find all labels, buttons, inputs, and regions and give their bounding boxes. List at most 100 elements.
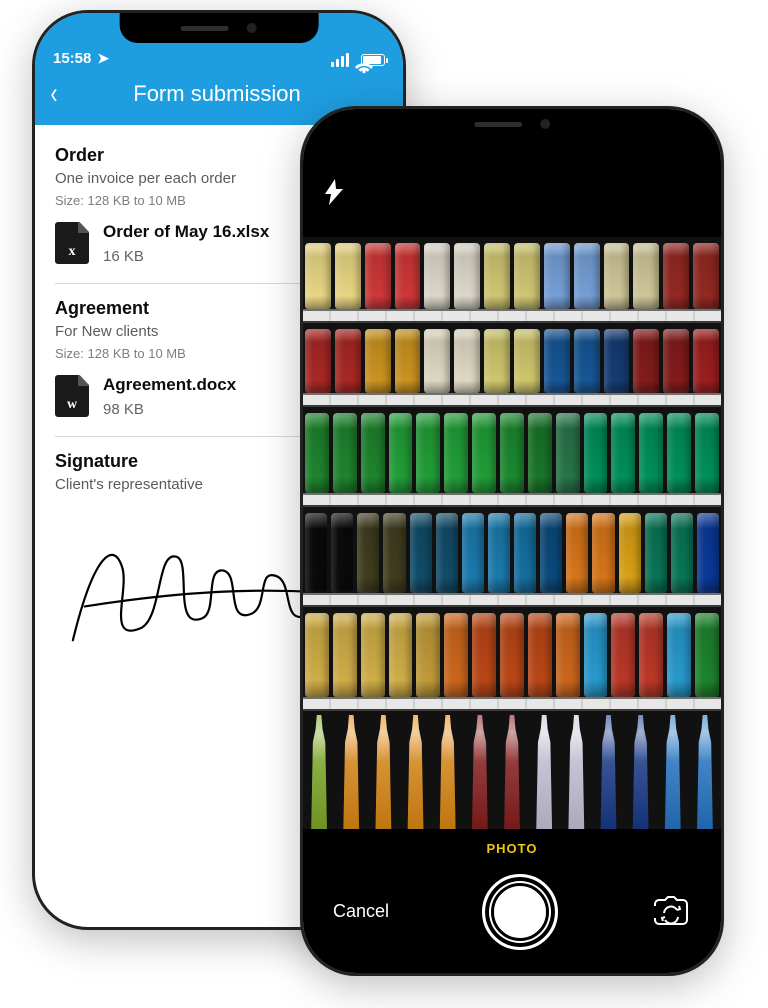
price-rail xyxy=(303,593,721,607)
product-can xyxy=(697,513,719,593)
file-size: 16 KB xyxy=(103,248,269,265)
product-can xyxy=(305,413,329,493)
product-can xyxy=(365,329,391,393)
product-can xyxy=(693,243,719,309)
store-shelf xyxy=(303,607,721,711)
file-size: 98 KB xyxy=(103,401,236,418)
product-can xyxy=(305,513,327,593)
product-can xyxy=(383,513,405,593)
product-bottle xyxy=(369,715,397,829)
product-can xyxy=(663,243,689,309)
file-name: Agreement.docx xyxy=(103,375,236,395)
product-can xyxy=(361,613,385,697)
product-can xyxy=(389,613,413,697)
store-shelf xyxy=(303,237,721,323)
product-can xyxy=(528,413,552,493)
product-can xyxy=(305,243,331,309)
product-can xyxy=(472,413,496,493)
product-can xyxy=(544,329,570,393)
store-shelf xyxy=(303,507,721,607)
product-can xyxy=(335,243,361,309)
product-can xyxy=(528,613,552,697)
cancel-button[interactable]: Cancel xyxy=(333,901,389,922)
product-can xyxy=(488,513,510,593)
file-xlsx-icon: x xyxy=(55,222,89,264)
price-rail xyxy=(303,493,721,507)
file-name: Order of May 16.xlsx xyxy=(103,222,269,242)
product-can xyxy=(500,413,524,493)
battery-icon xyxy=(361,54,385,66)
product-can xyxy=(333,613,357,697)
product-bottle xyxy=(434,715,462,829)
product-can xyxy=(395,243,421,309)
product-can xyxy=(514,329,540,393)
product-can xyxy=(333,413,357,493)
product-bottle xyxy=(594,715,622,829)
product-can xyxy=(472,613,496,697)
product-can xyxy=(663,329,689,393)
camera-viewfinder[interactable] xyxy=(303,237,721,829)
product-can xyxy=(305,613,329,697)
product-bottle xyxy=(498,715,526,829)
product-can xyxy=(416,413,440,493)
status-time: 15:58 xyxy=(53,50,91,67)
price-rail xyxy=(303,697,721,711)
product-can xyxy=(604,243,630,309)
product-can xyxy=(484,329,510,393)
product-can xyxy=(671,513,693,593)
back-icon[interactable]: ‹ xyxy=(51,79,58,109)
product-can xyxy=(454,243,480,309)
product-can xyxy=(500,613,524,697)
product-can xyxy=(514,243,540,309)
product-bottle xyxy=(305,715,333,829)
page-title: Form submission xyxy=(45,81,389,107)
product-can xyxy=(410,513,432,593)
product-can xyxy=(611,613,635,697)
product-can xyxy=(335,329,361,393)
product-can xyxy=(540,513,562,593)
product-bottle xyxy=(659,715,687,829)
flash-icon[interactable] xyxy=(325,179,343,211)
product-can xyxy=(695,413,719,493)
product-can xyxy=(361,413,385,493)
product-can xyxy=(395,329,421,393)
shutter-button[interactable] xyxy=(482,874,558,950)
store-shelf xyxy=(303,407,721,507)
camera-bottom-bar: PHOTO Cancel xyxy=(303,829,721,976)
product-can xyxy=(544,243,570,309)
product-can xyxy=(357,513,379,593)
product-can xyxy=(331,513,353,593)
product-can xyxy=(454,329,480,393)
product-can xyxy=(645,513,667,593)
store-shelf xyxy=(303,323,721,407)
product-can xyxy=(667,413,691,493)
product-bottle xyxy=(691,715,719,829)
location-icon: ➤ xyxy=(97,50,109,67)
product-can xyxy=(416,613,440,697)
product-bottle xyxy=(401,715,429,829)
product-can xyxy=(424,329,450,393)
switch-camera-icon[interactable] xyxy=(651,896,691,928)
phone-notch xyxy=(399,109,625,139)
product-can xyxy=(667,613,691,697)
product-bottle xyxy=(530,715,558,829)
camera-mode-label: PHOTO xyxy=(487,841,538,856)
phone-camera: PHOTO Cancel xyxy=(300,106,724,976)
product-can xyxy=(695,613,719,697)
phone-notch xyxy=(120,13,319,43)
product-can xyxy=(462,513,484,593)
product-can xyxy=(584,613,608,697)
product-can xyxy=(584,413,608,493)
product-can xyxy=(365,243,391,309)
product-can xyxy=(639,413,663,493)
product-can xyxy=(574,329,600,393)
product-can xyxy=(389,413,413,493)
product-can xyxy=(305,329,331,393)
product-can xyxy=(444,613,468,697)
product-can xyxy=(611,413,635,493)
product-can xyxy=(484,243,510,309)
product-can xyxy=(633,243,659,309)
signal-icon xyxy=(331,53,349,67)
product-can xyxy=(444,413,468,493)
product-can xyxy=(556,613,580,697)
